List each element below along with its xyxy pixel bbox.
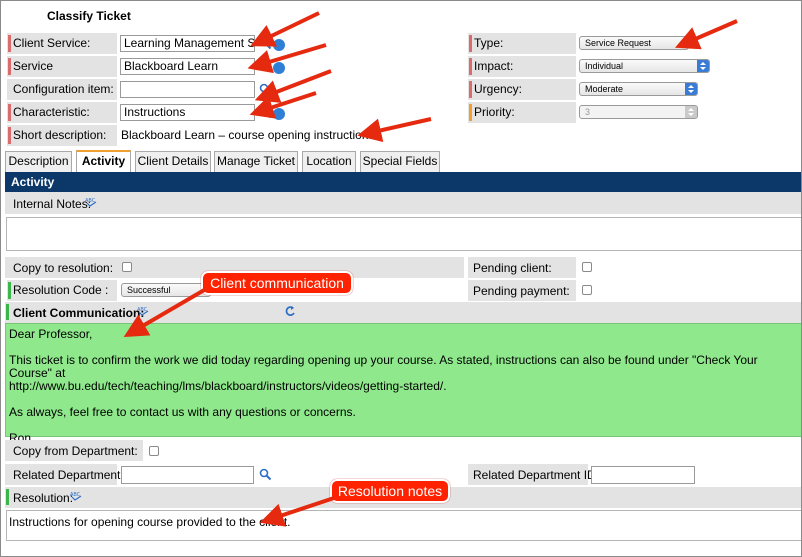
arrow xyxy=(357,117,432,143)
arrow xyxy=(123,287,208,338)
arrow xyxy=(250,11,320,47)
classify-ticket-window: Classify Ticket Client Service: Learning… xyxy=(0,0,802,557)
arrow xyxy=(247,43,327,74)
arrow xyxy=(674,19,738,50)
arrow xyxy=(254,69,332,103)
arrow xyxy=(259,496,335,527)
annotation-arrows xyxy=(123,11,738,527)
